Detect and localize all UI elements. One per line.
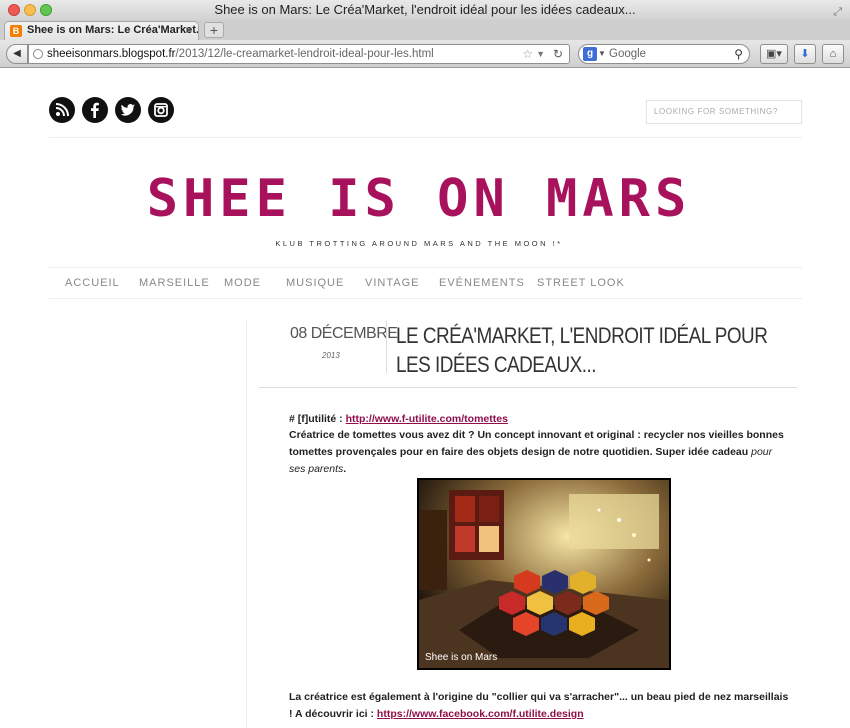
window-titlebar: Shee is on Mars: Le Créa'Market, l'endro… [0, 0, 850, 20]
twitter-icon[interactable] [115, 97, 141, 123]
download-icon[interactable]: ⬇ [794, 44, 816, 64]
menu-item-evenements[interactable]: EVÉNEMENTS [439, 277, 525, 289]
tab-close-icon[interactable]: × [185, 22, 192, 39]
post-paragraph-2: Créatrice de tomettes vous avez dit ? Un… [289, 427, 789, 478]
history-dropdown-icon[interactable]: ▼ [536, 45, 545, 63]
search-icon[interactable]: ⚲ [734, 45, 743, 63]
active-tab[interactable]: B Shee is on Mars: Le Créa'Market... × [4, 21, 199, 40]
google-icon: g [583, 47, 597, 61]
menu-item-accueil[interactable]: ACCUEIL [65, 277, 120, 289]
blog-search-input[interactable]: LOOKING FOR SOMETHING? [646, 100, 802, 124]
social-links [49, 97, 181, 123]
new-tab-button[interactable]: + [204, 22, 224, 38]
globe-icon [33, 49, 43, 59]
photo-watermark: Shee is on Mars [425, 652, 498, 663]
zoom-window-button[interactable] [40, 4, 52, 16]
menu-item-vintage[interactable]: VINTAGE [365, 277, 419, 289]
facebook-link[interactable]: https://www.facebook.com/f.utilite.desig… [377, 708, 584, 720]
instagram-icon[interactable] [148, 97, 174, 123]
post-paragraph-1: # [f]utilité : http://www.f-utilite.com/… [289, 411, 789, 428]
brand-label: # [f]utilité : [289, 413, 346, 425]
tab-strip: B Shee is on Mars: Le Créa'Market... × + [0, 20, 850, 40]
blogger-favicon-icon: B [10, 25, 22, 37]
facebook-icon[interactable] [82, 97, 108, 123]
post-photo[interactable]: Shee is on Mars [417, 478, 671, 670]
blog-title[interactable]: SHEE IS ON MARS [0, 169, 838, 229]
menu-item-marseille[interactable]: MARSEILLE [139, 277, 210, 289]
post-paragraph-3: La créatrice est également à l'origine d… [289, 689, 789, 723]
web-page: LOOKING FOR SOMETHING? SHEE IS ON MARS K… [0, 69, 850, 728]
menu-divider-bottom [49, 298, 802, 299]
navigation-toolbar: ◀ sheeisonmars.blogspot.fr/2013/12/le-cr… [0, 40, 850, 68]
web-search-box[interactable]: g ▼ Google ⚲ [578, 44, 750, 64]
home-icon[interactable]: ⌂ [822, 44, 844, 64]
address-bar[interactable]: sheeisonmars.blogspot.fr/2013/12/le-crea… [28, 44, 570, 64]
fullscreen-icon[interactable]: ⤢ [833, 2, 842, 22]
description-text: Créatrice de tomettes vous avez dit ? Un… [289, 429, 784, 458]
post-title[interactable]: LE CRÉA'MARKET, L'ENDROIT IDÉAL POUR LES… [396, 321, 796, 379]
window-title: Shee is on Mars: Le Créa'Market, l'endro… [214, 2, 636, 17]
bookmark-star-icon[interactable]: ☆ [522, 45, 533, 63]
url-domain: sheeisonmars.blogspot.fr [47, 48, 176, 60]
tab-title: Shee is on Mars: Le Créa'Market... [27, 24, 199, 36]
header-divider [49, 137, 802, 138]
menu-item-musique[interactable]: MUSIQUE [286, 277, 344, 289]
menu-item-mode[interactable]: MODE [224, 277, 261, 289]
post-title-divider [259, 387, 797, 388]
post-date-day: 08 DÉCEMBRE [290, 325, 398, 342]
minimize-window-button[interactable] [24, 4, 36, 16]
tomettes-photo-illustration [419, 480, 669, 668]
main-menu: ACCUEIL MARSEILLE MODE MUSIQUE VINTAGE E… [49, 269, 802, 297]
post-date-year: 2013 [322, 351, 340, 360]
description-end: . [343, 463, 347, 475]
menu-item-street-look[interactable]: STREET LOOK [537, 277, 625, 289]
menu-divider-top [49, 267, 802, 268]
sidebar-divider [246, 319, 247, 728]
back-button[interactable]: ◀ [6, 44, 28, 64]
web-search-placeholder: Google [609, 48, 647, 60]
toolbar-menu-button[interactable]: ▣▾ [760, 44, 788, 64]
search-engine-dropdown-icon[interactable]: ▼ [598, 45, 606, 63]
close-window-button[interactable] [8, 4, 20, 16]
url-path: /2013/12/le-creamarket-lendroit-ideal-po… [175, 48, 434, 60]
reload-icon[interactable]: ↻ [553, 45, 563, 63]
futilite-link[interactable]: http://www.f-utilite.com/tomettes [346, 413, 508, 425]
blog-tagline: KLUB TROTTING AROUND MARS AND THE MOON !… [275, 239, 563, 248]
date-divider [386, 321, 387, 373]
rss-icon[interactable] [49, 97, 75, 123]
